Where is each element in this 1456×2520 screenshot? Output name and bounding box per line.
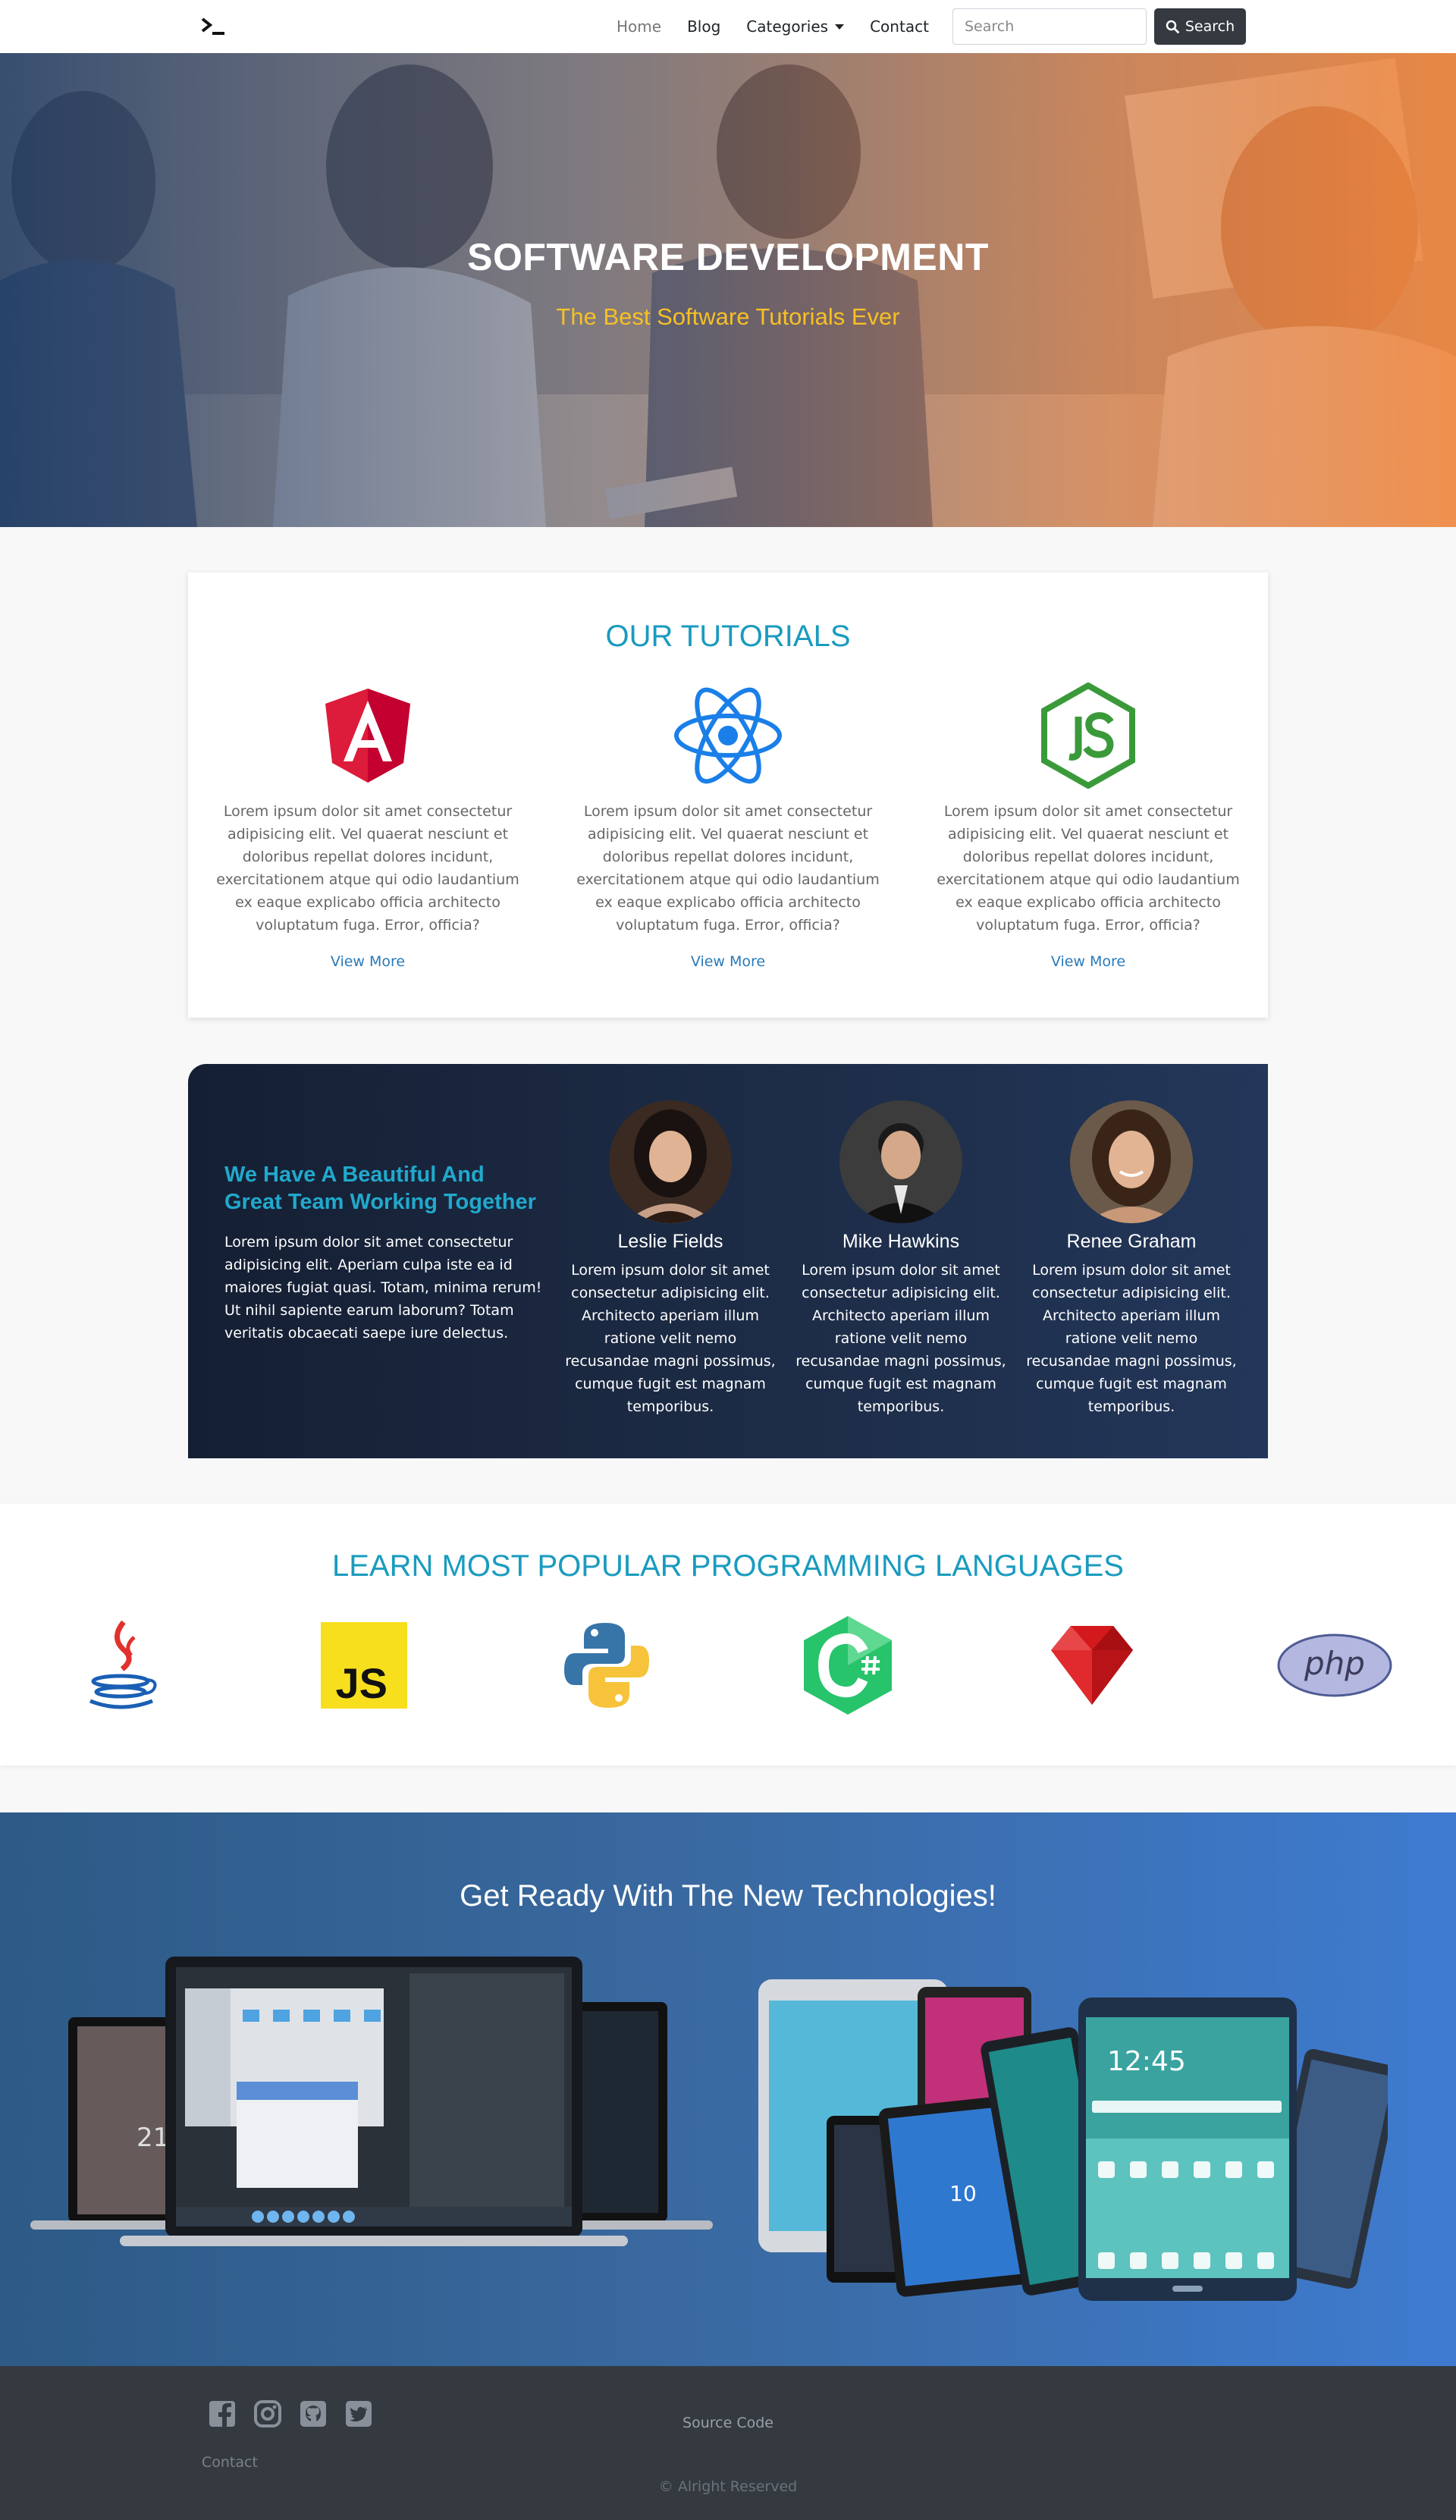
search-button-label: Search	[1185, 18, 1235, 35]
member-description: Lorem ipsum dolor sit amet consectetur a…	[795, 1262, 1006, 1415]
search-icon	[1166, 20, 1179, 33]
hero-title: SOFTWARE DEVELOPMENT	[467, 236, 989, 278]
nav-categories-dropdown[interactable]: Categories	[733, 0, 857, 53]
team-member: Leslie Fields Lorem ipsum dolor sit amet…	[564, 1100, 777, 1418]
react-icon	[674, 687, 782, 784]
hero-background-photo	[0, 53, 1456, 527]
tutorials-card: OUR TUTORIALS Lorem ipsum dolor sit amet…	[188, 573, 1268, 1018]
java-icon[interactable]	[80, 1616, 163, 1715]
view-more-link[interactable]: View More	[331, 953, 405, 970]
ruby-icon[interactable]	[1048, 1623, 1136, 1708]
tablet-date: 10	[949, 2181, 977, 2206]
footer-copyright: © Alright Reserved	[658, 2478, 798, 2495]
nav-blog[interactable]: Blog	[674, 0, 733, 53]
search-input[interactable]	[952, 8, 1147, 45]
view-more-link[interactable]: View More	[691, 953, 765, 970]
member-description: Lorem ipsum dolor sit amet consectetur a…	[565, 1262, 776, 1415]
team-member: Mike Hawkins Lorem ipsum dolor sit amet …	[795, 1100, 1007, 1418]
team-member: Renee Graham Lorem ipsum dolor sit amet …	[1025, 1100, 1238, 1418]
footer-contact-link[interactable]: Contact	[202, 2454, 258, 2471]
navbar: Home Blog Categories Contact Search	[0, 0, 1456, 53]
laptops-image: 21	[30, 1957, 713, 2246]
tablets-image: 10 12:45	[758, 1979, 1388, 2301]
caret-down-icon	[835, 24, 845, 30]
hero-banner: SOFTWARE DEVELOPMENT The Best Software T…	[0, 53, 1456, 527]
angular-icon	[325, 689, 410, 783]
nodejs-icon	[1041, 683, 1135, 789]
technologies-title: Get Ready With The New Technologies!	[460, 1879, 996, 1913]
nav-links: Home Blog Categories Contact	[604, 0, 942, 53]
member-name: Leslie Fields	[617, 1231, 723, 1252]
tutorial-description: Lorem ipsum dolor sit amet consectetur a…	[576, 803, 880, 934]
nav-home[interactable]: Home	[604, 0, 674, 53]
view-more-link[interactable]: View More	[1051, 953, 1125, 970]
hero-subtitle: The Best Software Tutorials Ever	[556, 303, 900, 330]
languages-section: LEARN MOST POPULAR PROGRAMMING LANGUAGES…	[0, 1504, 1456, 1765]
team-heading: We Have A Beautiful And Great Team Worki…	[224, 1163, 536, 1214]
javascript-icon[interactable]: JS	[321, 1622, 407, 1709]
nav-categories-label: Categories	[746, 17, 829, 36]
terminal-icon[interactable]	[200, 15, 228, 38]
tutorial-item: Lorem ipsum dolor sit amet consectetur a…	[921, 683, 1255, 970]
laptop-clock: 21	[136, 2123, 169, 2153]
technologies-section: Get Ready With The New Technologies! 21	[0, 1812, 1456, 2366]
js-logo-text: JS	[336, 1659, 388, 1707]
languages-title: LEARN MOST POPULAR PROGRAMMING LANGUAGES	[332, 1549, 1124, 1583]
member-description: Lorem ipsum dolor sit amet consectetur a…	[1026, 1262, 1237, 1415]
nav-contact[interactable]: Contact	[857, 0, 942, 53]
php-icon[interactable]: php	[1276, 1633, 1393, 1698]
php-logo-text: php	[1304, 1645, 1365, 1682]
team-section: We Have A Beautiful And Great Team Worki…	[188, 1064, 1268, 1458]
python-icon[interactable]	[561, 1620, 652, 1711]
team-description: Lorem ipsum dolor sit amet consectetur a…	[224, 1234, 542, 1342]
avatar	[609, 1100, 732, 1223]
page: Home Blog Categories Contact Search Sear…	[0, 0, 1456, 2520]
search-button[interactable]: Search	[1154, 8, 1246, 45]
tutorials-title: OUR TUTORIALS	[605, 620, 851, 653]
tutorial-description: Lorem ipsum dolor sit amet consectetur a…	[937, 803, 1240, 934]
member-name: Renee Graham	[1066, 1231, 1197, 1252]
footer: Contact Source Code © Alright Reserved	[0, 2366, 1456, 2520]
avatar	[839, 1100, 962, 1223]
tutorial-item: Lorem ipsum dolor sit amet consectetur a…	[201, 686, 535, 970]
tutorial-description: Lorem ipsum dolor sit amet consectetur a…	[216, 803, 519, 934]
footer-source-code-link[interactable]: Source Code	[0, 2415, 1456, 2431]
avatar	[1070, 1100, 1193, 1223]
member-name: Mike Hawkins	[842, 1231, 960, 1252]
tablet-clock: 12:45	[1107, 2046, 1186, 2077]
tutorial-item: Lorem ipsum dolor sit amet consectetur a…	[561, 686, 895, 970]
csharp-icon[interactable]	[801, 1615, 895, 1716]
